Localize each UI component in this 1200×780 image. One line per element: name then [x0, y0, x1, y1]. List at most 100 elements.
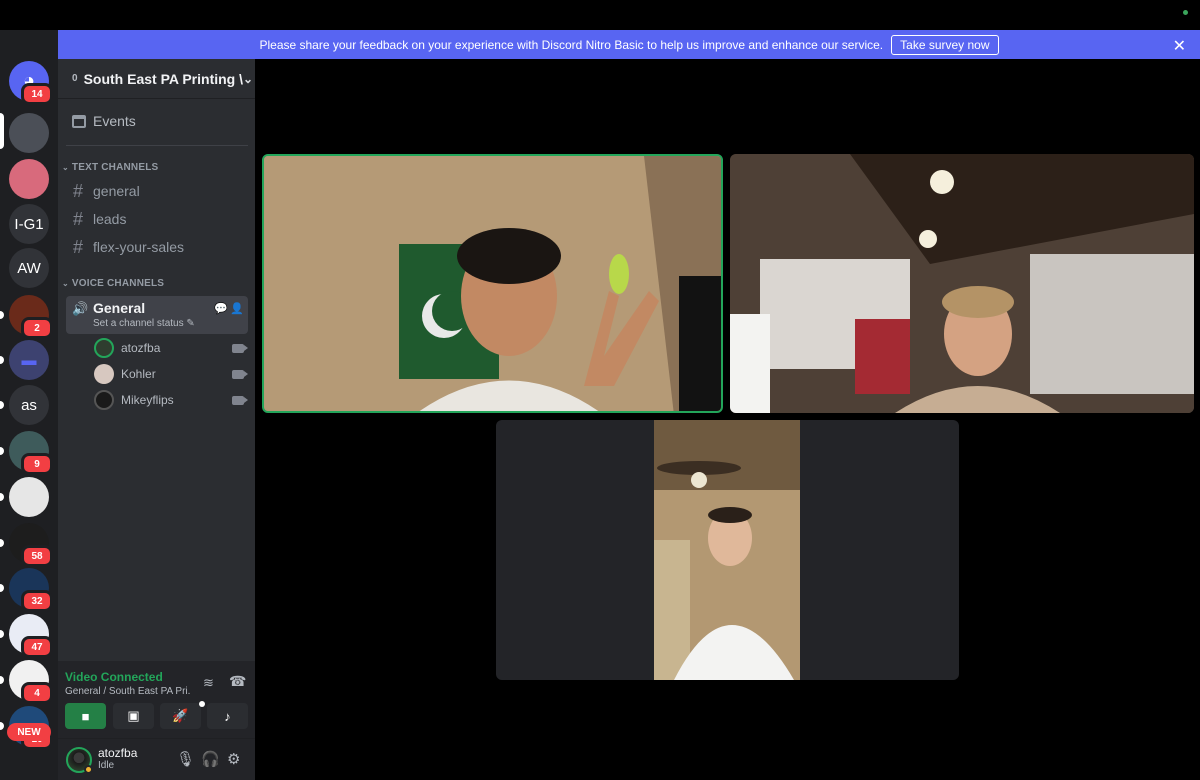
disconnect-icon[interactable]: ☎ [229, 673, 246, 690]
channel-sidebar: 0 South East PA Printing \ ⌄ Events ⌄ TEX… [58, 59, 255, 780]
server-icon[interactable]: as [9, 385, 49, 425]
unread-indicator [0, 311, 4, 319]
server-rail: ◕14I-G1AW2▬as9583247410 [0, 30, 58, 780]
add-member-icon[interactable]: 👤 [230, 302, 244, 315]
voice-connection-panel: Video Connected General / South East PA … [58, 661, 255, 739]
headphones-icon[interactable]: 🎧 [201, 750, 220, 768]
channel-label: leads [93, 211, 127, 227]
unread-indicator [0, 539, 4, 547]
soundboard-button[interactable]: ♪ [207, 703, 248, 729]
username[interactable]: atozfba [98, 746, 137, 760]
unread-indicator [0, 722, 4, 730]
folder-icon: ▬ [9, 340, 49, 380]
category-text-channels[interactable]: ⌄ TEXT CHANNELS [62, 162, 158, 173]
channel-status-label: Set a channel status [93, 318, 184, 329]
unread-indicator [0, 584, 4, 592]
video-connected-label[interactable]: Video Connected [65, 670, 163, 684]
events-item[interactable]: Events [72, 113, 136, 129]
server-icon[interactable]: 4 [9, 660, 53, 704]
server-icon[interactable] [9, 159, 49, 199]
chevron-down-icon: ⌄ [243, 71, 254, 86]
video-feed [730, 154, 1194, 413]
video-tile[interactable] [262, 154, 723, 413]
avatar [94, 338, 114, 358]
screen-share-icon: ▣ [127, 708, 140, 723]
channel-flex-your-sales[interactable]: # flex-your-sales [66, 234, 248, 260]
server-icon[interactable]: AW [9, 248, 49, 288]
server-avatar [9, 113, 49, 153]
idle-status-icon [84, 765, 93, 774]
user-status: Idle [98, 760, 115, 771]
share-screen-button[interactable]: ▣ [113, 703, 154, 729]
voice-channel-general[interactable]: 🔊 General Set a channel status ✎ 💬 👤 [66, 296, 248, 334]
window-status-dot [1183, 10, 1188, 15]
voice-member[interactable]: Mikeyflips [94, 388, 248, 412]
camera-icon [232, 343, 248, 353]
unread-badge: 4 [21, 682, 53, 704]
notification-dot [199, 701, 205, 707]
video-tile[interactable] [730, 154, 1194, 413]
server-header[interactable]: 0 South East PA Printing \ ⌄ [58, 59, 255, 99]
channel-general[interactable]: # general [66, 178, 248, 204]
category-voice-channels[interactable]: ⌄ VOICE CHANNELS [62, 278, 164, 289]
divider [66, 145, 248, 146]
chevron-down-icon: ⌄ [62, 163, 69, 172]
unread-indicator [0, 401, 4, 409]
channel-label: general [93, 183, 140, 199]
video-tile[interactable] [496, 420, 959, 680]
channel-status[interactable]: Set a channel status ✎ [93, 318, 195, 329]
avatar [94, 364, 114, 384]
rocket-icon: 🚀 [172, 708, 189, 723]
voice-location[interactable]: General / South East PA Pri... [65, 686, 190, 697]
new-badge[interactable]: NEW [7, 723, 51, 741]
server-icon[interactable]: ◕ 14 [9, 61, 53, 105]
close-icon[interactable]: ✕ [1173, 36, 1186, 56]
unread-indicator [0, 630, 4, 638]
voice-member[interactable]: Kohler [94, 362, 248, 386]
soundboard-icon: ♪ [224, 708, 231, 724]
server-icon[interactable]: ▬ [9, 340, 49, 380]
server-icon[interactable]: 47 [9, 614, 53, 658]
camera-icon: ■ [81, 708, 90, 724]
banner-message: Please share your feedback on your exper… [259, 37, 884, 52]
server-icon[interactable]: 58 [9, 523, 53, 567]
chat-icon[interactable]: 💬 [214, 302, 228, 315]
activities-button[interactable]: 🚀 [160, 701, 205, 729]
speaker-icon: 🔊 [72, 301, 89, 316]
camera-icon [232, 369, 248, 379]
camera-toggle-button[interactable]: ■ [65, 703, 106, 729]
unread-badge: 2 [21, 317, 53, 339]
discord-app: ◕14I-G1AW2▬as9583247410 Please share you… [0, 0, 1200, 780]
server-icon[interactable]: 32 [9, 568, 53, 612]
server-avatar [9, 477, 49, 517]
active-server-indicator [0, 113, 4, 149]
voice-member[interactable]: atozfba [94, 336, 248, 360]
server-icon[interactable]: I-G1 [9, 204, 49, 244]
unread-indicator [0, 447, 4, 455]
calendar-icon [72, 114, 86, 128]
user-panel: atozfba Idle 🎙 🎧 ⚙ [58, 739, 255, 780]
hash-icon: # [73, 208, 84, 229]
member-name: Mikeyflips [121, 393, 174, 407]
microphone-icon[interactable]: 🎙 [176, 750, 195, 768]
unread-indicator [0, 676, 4, 684]
video-feed [264, 156, 721, 411]
server-icon[interactable]: 9 [9, 431, 53, 475]
server-avatar: AW [9, 248, 49, 288]
take-survey-button[interactable]: Take survey now [891, 34, 999, 55]
unread-indicator [0, 356, 4, 364]
server-avatar: I-G1 [9, 204, 49, 244]
server-avatar: as [9, 385, 49, 425]
server-icon[interactable] [9, 477, 49, 517]
noise-suppression-icon[interactable]: ≋ [203, 675, 214, 691]
channel-leads[interactable]: # leads [66, 206, 248, 232]
server-icon[interactable]: 2 [9, 295, 53, 339]
events-label: Events [93, 113, 136, 129]
member-name: atozfba [121, 341, 161, 355]
video-feed [654, 420, 800, 680]
member-name: Kohler [121, 367, 156, 381]
unread-badge: 58 [21, 545, 53, 567]
camera-icon [232, 395, 248, 405]
gear-icon[interactable]: ⚙ [227, 750, 240, 768]
server-icon[interactable] [9, 113, 49, 153]
